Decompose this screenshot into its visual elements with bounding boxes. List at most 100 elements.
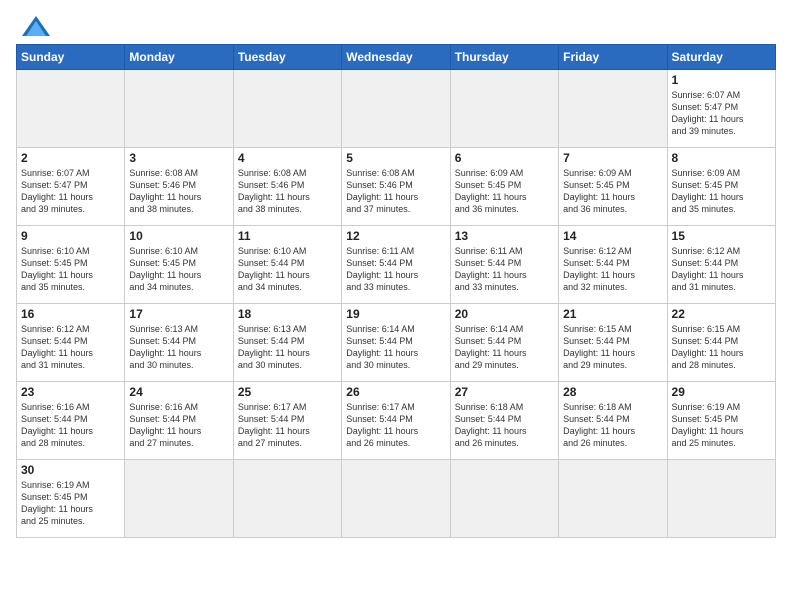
day-number: 21	[563, 307, 662, 321]
day-info: Sunrise: 6:08 AMSunset: 5:46 PMDaylight:…	[346, 167, 445, 216]
calendar-day	[233, 460, 341, 538]
day-info: Sunrise: 6:19 AMSunset: 5:45 PMDaylight:…	[672, 401, 771, 450]
day-number: 17	[129, 307, 228, 321]
day-info: Sunrise: 6:07 AMSunset: 5:47 PMDaylight:…	[672, 89, 771, 138]
calendar-day: 24 Sunrise: 6:16 AMSunset: 5:44 PMDayligh…	[125, 382, 233, 460]
day-number: 15	[672, 229, 771, 243]
calendar-day: 4Sunrise: 6:08 AMSunset: 5:46 PMDaylight…	[233, 148, 341, 226]
day-info: Sunrise: 6:14 AMSunset: 5:44 PMDaylight:…	[346, 323, 445, 372]
calendar-day: 17Sunrise: 6:13 AMSunset: 5:44 PMDayligh…	[125, 304, 233, 382]
day-number: 3	[129, 151, 228, 165]
day-number: 9	[21, 229, 120, 243]
day-number: 6	[455, 151, 554, 165]
day-info: Sunrise: 6:10 AMSunset: 5:45 PMDaylight:…	[21, 245, 120, 294]
calendar-day	[450, 460, 558, 538]
calendar-day	[559, 460, 667, 538]
day-number: 28	[563, 385, 662, 399]
calendar-day: 8 Sunrise: 6:09 AMSunset: 5:45 PMDaylight…	[667, 148, 775, 226]
day-number: 1	[672, 73, 771, 87]
day-number: 16	[21, 307, 120, 321]
day-info: Sunrise: 6:08 AMSunset: 5:46 PMDaylight:…	[129, 167, 228, 216]
day-info: Sunrise: 6:10 AMSunset: 5:45 PMDaylight:…	[129, 245, 228, 294]
day-number: 29	[672, 385, 771, 399]
day-info: Sunrise: 6:14 AMSunset: 5:44 PMDaylight:…	[455, 323, 554, 372]
calendar-day: 14Sunrise: 6:12 AMSunset: 5:44 PMDayligh…	[559, 226, 667, 304]
calendar-day: 15Sunrise: 6:12 AMSunset: 5:44 PMDayligh…	[667, 226, 775, 304]
day-info: Sunrise: 6:18 AMSunset: 5:44 PMDaylight:…	[563, 401, 662, 450]
day-info: Sunrise: 6:11 AMSunset: 5:44 PMDaylight:…	[346, 245, 445, 294]
page: SundayMondayTuesdayWednesdayThursdayFrid…	[0, 0, 792, 612]
day-info: Sunrise: 6:17 AMSunset: 5:44 PMDaylight:…	[238, 401, 337, 450]
calendar-day: 11Sunrise: 6:10 AMSunset: 5:44 PMDayligh…	[233, 226, 341, 304]
calendar-day: 21 Sunrise: 6:15 AMSunset: 5:44 PMDayligh…	[559, 304, 667, 382]
calendar-day	[667, 460, 775, 538]
weekday-header-monday: Monday	[125, 45, 233, 70]
day-info: Sunrise: 6:09 AMSunset: 5:45 PMDaylight:…	[672, 167, 771, 216]
day-info: Sunrise: 6:16 AMSunset: 5:44 PMDaylight:…	[21, 401, 120, 450]
calendar-day	[342, 70, 450, 148]
day-number: 25	[238, 385, 337, 399]
calendar-day	[342, 460, 450, 538]
day-info: Sunrise: 6:19 AMSunset: 5:45 PMDaylight:…	[21, 479, 120, 528]
day-number: 4	[238, 151, 337, 165]
calendar-day: 10Sunrise: 6:10 AMSunset: 5:45 PMDayligh…	[125, 226, 233, 304]
day-info: Sunrise: 6:15 AMSunset: 5:44 PMDaylight:…	[563, 323, 662, 372]
day-number: 19	[346, 307, 445, 321]
day-info: Sunrise: 6:09 AMSunset: 5:45 PMDaylight:…	[563, 167, 662, 216]
calendar-day: 1 Sunrise: 6:07 AMSunset: 5:47 PMDaylight…	[667, 70, 775, 148]
calendar-day	[17, 70, 125, 148]
weekday-header-sunday: Sunday	[17, 45, 125, 70]
calendar-row: 23 Sunrise: 6:16 AMSunset: 5:44 PMDayligh…	[17, 382, 776, 460]
day-number: 8	[672, 151, 771, 165]
day-info: Sunrise: 6:18 AMSunset: 5:44 PMDaylight:…	[455, 401, 554, 450]
calendar-day: 13 Sunrise: 6:11 AMSunset: 5:44 PMDayligh…	[450, 226, 558, 304]
day-info: Sunrise: 6:16 AMSunset: 5:44 PMDaylight:…	[129, 401, 228, 450]
day-number: 2	[21, 151, 120, 165]
calendar-row: 2 Sunrise: 6:07 AMSunset: 5:47 PMDaylight…	[17, 148, 776, 226]
calendar-day: 9 Sunrise: 6:10 AMSunset: 5:45 PMDaylight…	[17, 226, 125, 304]
calendar-day: 23 Sunrise: 6:16 AMSunset: 5:44 PMDayligh…	[17, 382, 125, 460]
calendar-table: SundayMondayTuesdayWednesdayThursdayFrid…	[16, 44, 776, 538]
day-info: Sunrise: 6:13 AMSunset: 5:44 PMDaylight:…	[238, 323, 337, 372]
day-info: Sunrise: 6:11 AMSunset: 5:44 PMDaylight:…	[455, 245, 554, 294]
calendar-row: 1 Sunrise: 6:07 AMSunset: 5:47 PMDaylight…	[17, 70, 776, 148]
calendar-day: 16 Sunrise: 6:12 AMSunset: 5:44 PMDayligh…	[17, 304, 125, 382]
day-info: Sunrise: 6:07 AMSunset: 5:47 PMDaylight:…	[21, 167, 120, 216]
calendar-day	[559, 70, 667, 148]
day-info: Sunrise: 6:12 AMSunset: 5:44 PMDaylight:…	[21, 323, 120, 372]
day-number: 5	[346, 151, 445, 165]
calendar-day: 28 Sunrise: 6:18 AMSunset: 5:44 PMDayligh…	[559, 382, 667, 460]
calendar-day: 12 Sunrise: 6:11 AMSunset: 5:44 PMDayligh…	[342, 226, 450, 304]
calendar-day: 27Sunrise: 6:18 AMSunset: 5:44 PMDayligh…	[450, 382, 558, 460]
calendar-day: 26Sunrise: 6:17 AMSunset: 5:44 PMDayligh…	[342, 382, 450, 460]
day-number: 20	[455, 307, 554, 321]
logo	[16, 16, 50, 36]
day-info: Sunrise: 6:09 AMSunset: 5:45 PMDaylight:…	[455, 167, 554, 216]
calendar-day: 29 Sunrise: 6:19 AMSunset: 5:45 PMDayligh…	[667, 382, 775, 460]
calendar-day: 19 Sunrise: 6:14 AMSunset: 5:44 PMDayligh…	[342, 304, 450, 382]
day-number: 22	[672, 307, 771, 321]
day-number: 18	[238, 307, 337, 321]
calendar-day: 5 Sunrise: 6:08 AMSunset: 5:46 PMDaylight…	[342, 148, 450, 226]
calendar-day	[233, 70, 341, 148]
header	[16, 16, 776, 36]
day-number: 13	[455, 229, 554, 243]
day-number: 14	[563, 229, 662, 243]
calendar-day	[450, 70, 558, 148]
calendar-day: 2 Sunrise: 6:07 AMSunset: 5:47 PMDaylight…	[17, 148, 125, 226]
weekday-header-tuesday: Tuesday	[233, 45, 341, 70]
weekday-header-wednesday: Wednesday	[342, 45, 450, 70]
calendar-day	[125, 460, 233, 538]
calendar-day: 20 Sunrise: 6:14 AMSunset: 5:44 PMDayligh…	[450, 304, 558, 382]
day-number: 24	[129, 385, 228, 399]
day-info: Sunrise: 6:15 AMSunset: 5:44 PMDaylight:…	[672, 323, 771, 372]
calendar-day: 7Sunrise: 6:09 AMSunset: 5:45 PMDaylight…	[559, 148, 667, 226]
calendar-day: 30 Sunrise: 6:19 AMSunset: 5:45 PMDayligh…	[17, 460, 125, 538]
day-number: 30	[21, 463, 120, 477]
day-info: Sunrise: 6:17 AMSunset: 5:44 PMDaylight:…	[346, 401, 445, 450]
calendar-day: 25 Sunrise: 6:17 AMSunset: 5:44 PMDayligh…	[233, 382, 341, 460]
day-number: 23	[21, 385, 120, 399]
calendar-day: 22 Sunrise: 6:15 AMSunset: 5:44 PMDayligh…	[667, 304, 775, 382]
weekday-header-friday: Friday	[559, 45, 667, 70]
day-number: 12	[346, 229, 445, 243]
